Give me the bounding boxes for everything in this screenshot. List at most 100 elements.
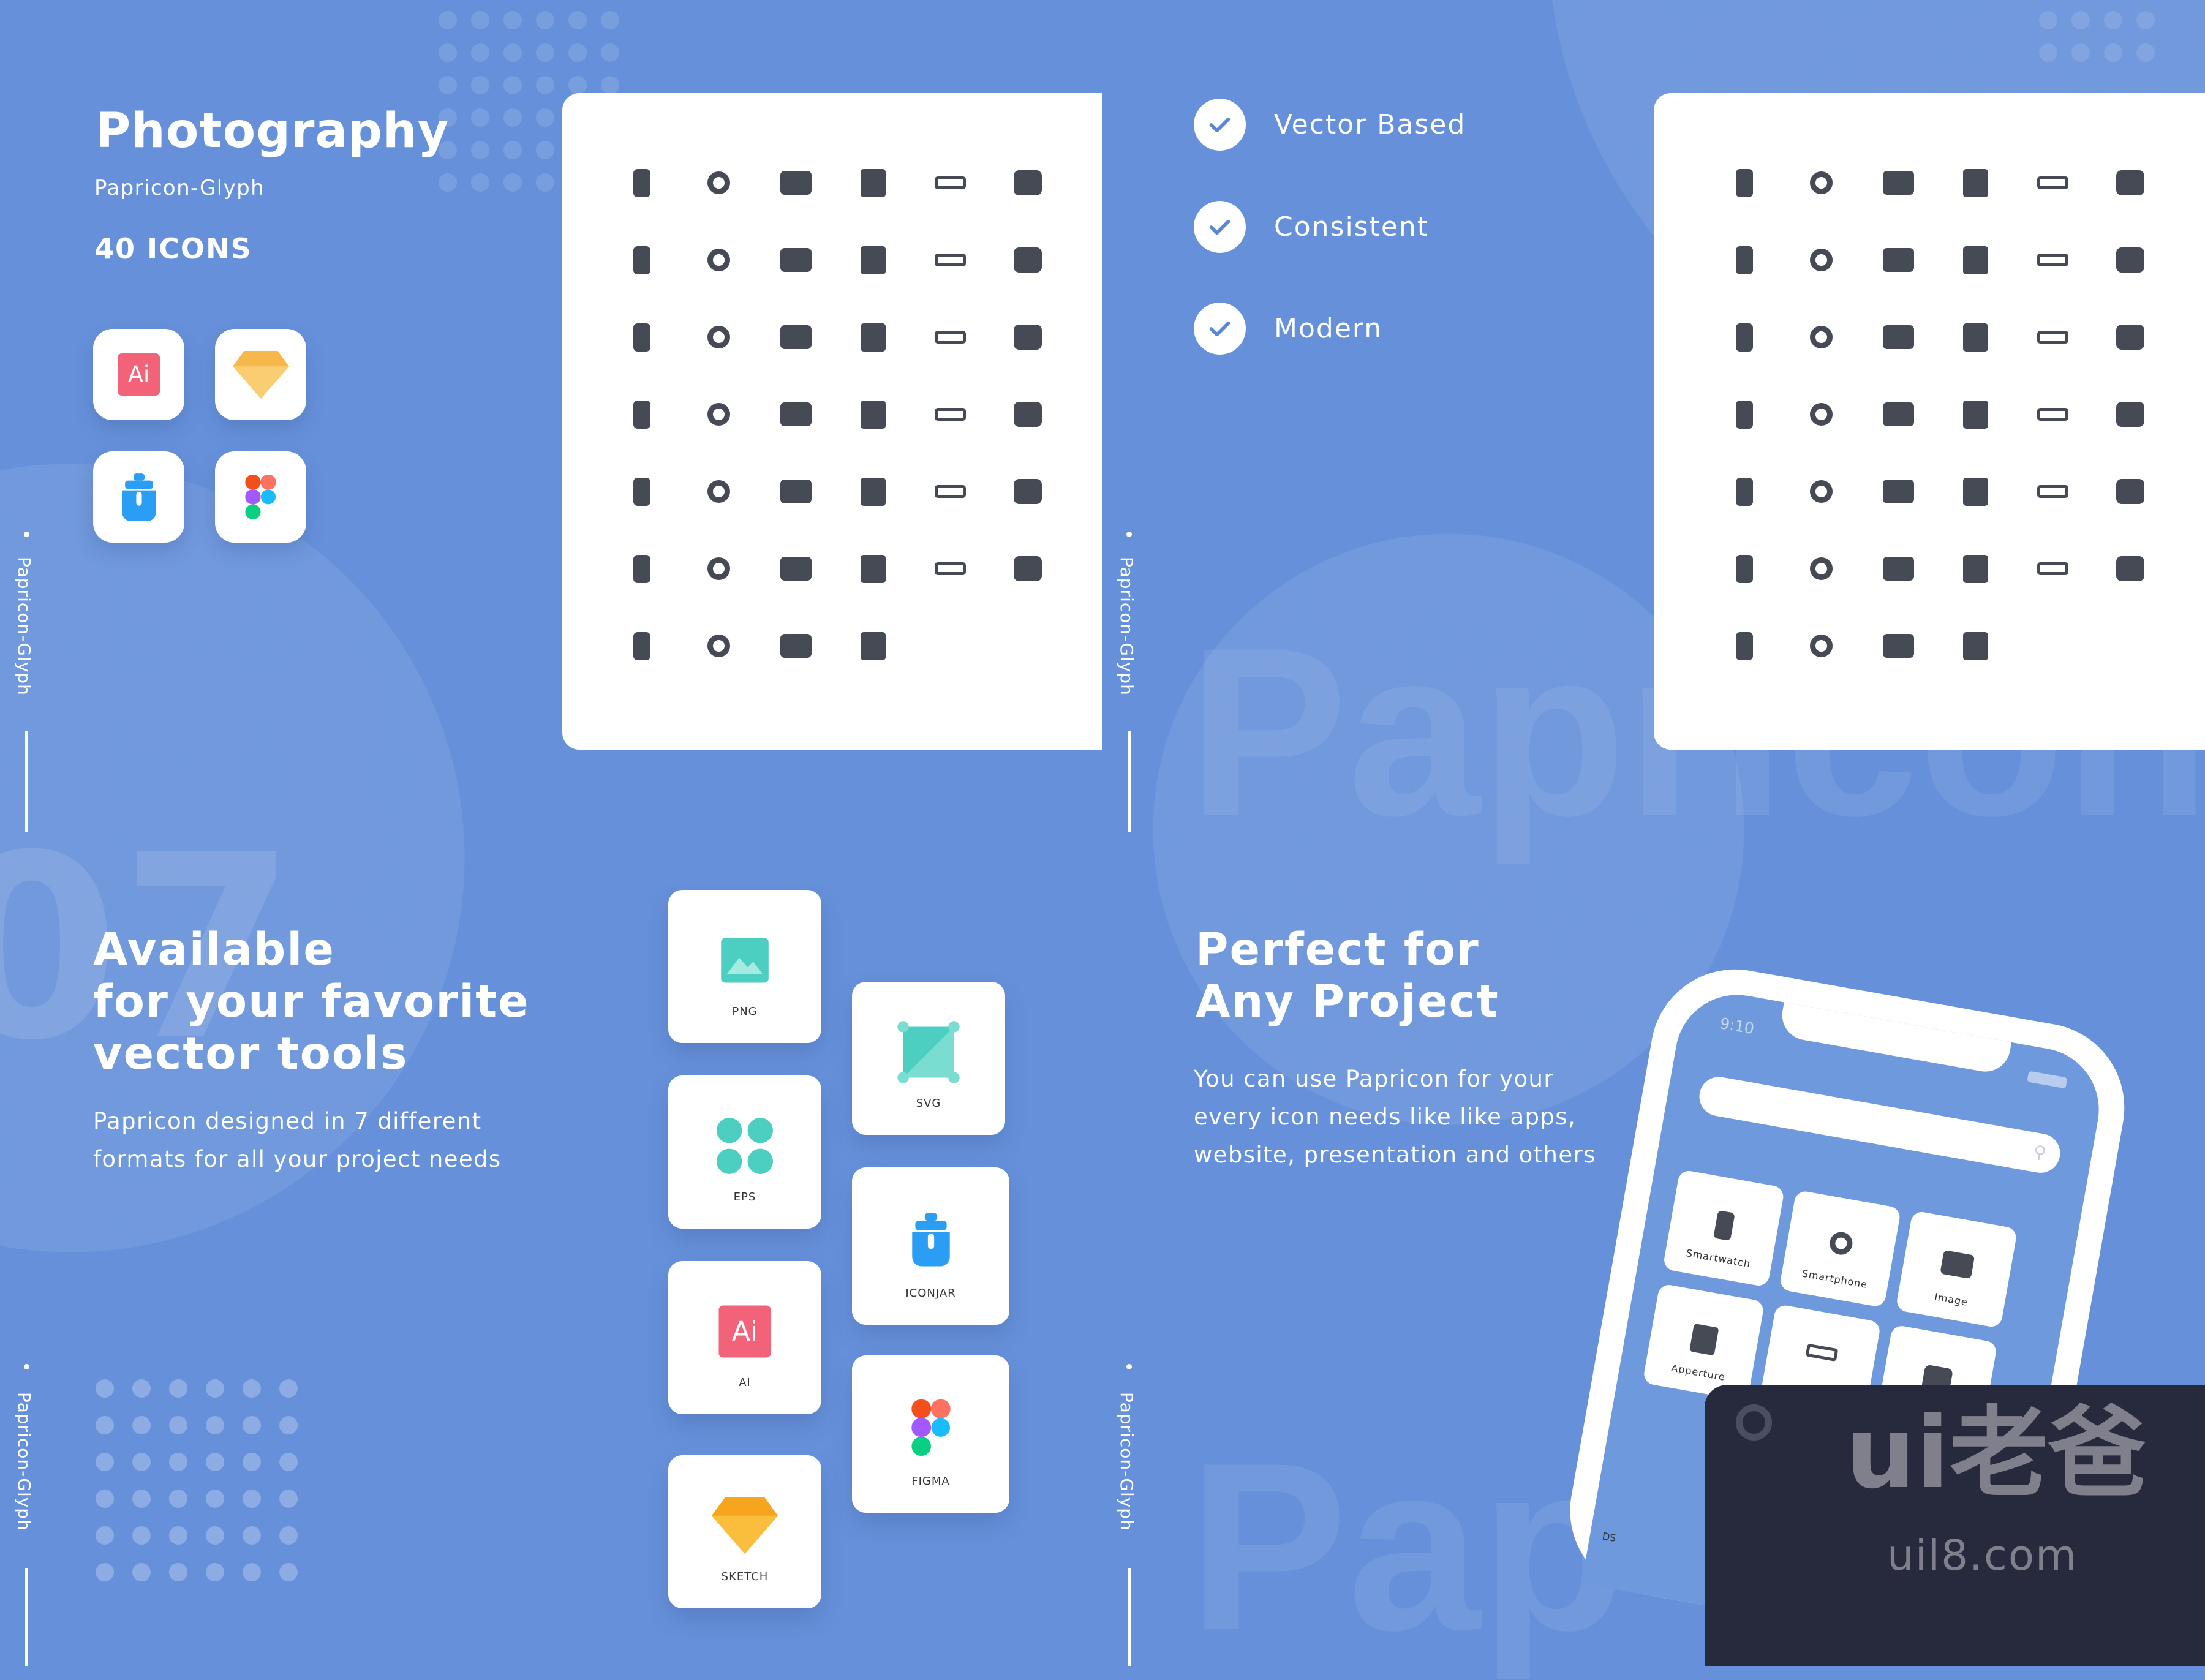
flash-unit-glyph <box>935 331 966 344</box>
bg-dot <box>439 11 457 29</box>
paragraph-line: every icon needs like like apps, <box>1194 1104 1577 1130</box>
video-play-glyph <box>1810 326 1833 348</box>
lens-hood-glyph <box>1810 557 1833 580</box>
phone-icon-card[interactable]: Smartphone <box>1779 1189 1902 1308</box>
layers-icon <box>1883 399 1914 430</box>
heading-line: Any Project <box>1196 976 1499 1028</box>
studio-light-glyph <box>1963 246 1988 274</box>
dot <box>169 1563 187 1581</box>
background-brand-text: Pap <box>1188 1413 1627 1680</box>
heading-line: Available <box>93 924 335 976</box>
movie-camera-icon <box>1960 322 1991 353</box>
bg-dot <box>471 11 489 29</box>
lens-glyph <box>1963 477 1988 506</box>
softbox-glyph <box>1963 400 1988 429</box>
format-card-sketch: SKETCH <box>668 1455 821 1608</box>
bg-dot <box>471 76 489 94</box>
mini-tripod-icon <box>703 476 734 507</box>
sd-card-glyph <box>1883 634 1914 658</box>
bg-dot <box>439 76 457 94</box>
lightning-glyph <box>633 400 650 429</box>
bg-dot <box>568 43 587 62</box>
search-icon: ⚲ <box>2032 1141 2048 1164</box>
panorama-icon <box>2114 322 2146 353</box>
boom-light-icon <box>780 553 812 584</box>
eps-icon <box>717 1118 773 1174</box>
dot <box>132 1526 151 1545</box>
add-image-glyph <box>935 485 966 498</box>
project-heading: Perfect for Any Project <box>1196 924 1499 1028</box>
icon-count: 40 ICONS <box>94 232 252 265</box>
phone-icon-card[interactable]: Smartwatch <box>1662 1169 1785 1287</box>
dot <box>132 1416 151 1434</box>
stage: 07 Photography Papricon-Glyph 40 ICONS A… <box>0 0 2205 1666</box>
video-play-glyph <box>707 326 730 348</box>
figma-icon <box>911 1399 951 1456</box>
smartphone-glyph <box>1810 171 1833 194</box>
dot <box>96 1416 114 1434</box>
card-icon <box>1828 1230 1855 1257</box>
dot <box>206 1563 224 1581</box>
softbox-glyph <box>861 400 886 429</box>
dot <box>169 1453 187 1471</box>
image-wide-glyph <box>2037 176 2068 189</box>
color-filter-icon <box>1806 399 1837 430</box>
sketch-icon <box>232 350 289 399</box>
smartphone-notch-glyph <box>1883 171 1914 195</box>
bg-dot <box>601 43 619 62</box>
boom-light-glyph <box>1883 557 1914 581</box>
bg-dot <box>536 43 554 62</box>
lens-hood-icon <box>1806 553 1837 584</box>
flash-unit-icon <box>2037 322 2068 353</box>
bg-dot <box>601 108 619 127</box>
bg-dot <box>536 76 554 94</box>
bg-dot <box>2039 11 2057 29</box>
panorama-glyph <box>2116 325 2144 350</box>
side-line <box>25 1568 28 1666</box>
bg-dot <box>2071 11 2090 29</box>
image-glyph <box>1963 168 1988 197</box>
watermark: ui老爸 uil8.com <box>1705 1385 2205 1666</box>
dot <box>132 1563 151 1581</box>
smartwatch-glyph <box>1735 168 1753 197</box>
projector-screen-glyph <box>2037 408 2068 421</box>
film-roll-glyph <box>1883 248 1914 272</box>
webcam-glyph <box>1013 247 1042 273</box>
rotate-image-glyph <box>2116 479 2144 504</box>
phone-search-bar[interactable]: ⚲ <box>1696 1074 2064 1176</box>
rotate-image-glyph <box>1013 479 1042 504</box>
battery-empty-icon <box>2114 553 2146 584</box>
svg-icon <box>897 1021 960 1083</box>
camera-glyph <box>1735 477 1753 506</box>
bg-dot <box>503 141 522 159</box>
battery-full-glyph <box>1013 402 1042 427</box>
movie-camera-glyph <box>861 323 886 352</box>
film-canister-icon <box>935 244 966 276</box>
studio-light-icon <box>1960 244 1991 276</box>
bg-dot <box>503 76 522 94</box>
side-line <box>1128 1568 1131 1666</box>
partial-card-label: DS <box>1601 1530 1617 1544</box>
memory-card-glyph <box>1963 631 1988 660</box>
side-label: Papricon-Glyph <box>1117 1392 1137 1531</box>
flash-light-icon <box>626 553 657 584</box>
iconjar-tile <box>93 451 184 543</box>
ai-icon: Ai <box>718 1305 771 1358</box>
softbox-icon <box>858 399 889 430</box>
iconjar-icon <box>911 1213 950 1267</box>
dot <box>206 1526 224 1545</box>
rotate-image-icon <box>1012 476 1043 507</box>
video-play-icon <box>703 322 734 353</box>
panorama-icon <box>1012 322 1043 353</box>
dot <box>279 1379 298 1398</box>
illustrator-icon: Ai <box>118 353 160 396</box>
dot <box>96 1379 114 1398</box>
check-icon <box>1194 201 1246 253</box>
dot <box>279 1453 298 1471</box>
camera-lens-glyph <box>2116 170 2144 195</box>
dot <box>132 1379 151 1398</box>
layers-glyph <box>780 402 812 426</box>
aperture-glyph <box>633 246 650 274</box>
phone-icon-card[interactable]: Image <box>1895 1210 2018 1328</box>
phone-icon-card[interactable]: Apperture <box>1642 1283 1765 1401</box>
